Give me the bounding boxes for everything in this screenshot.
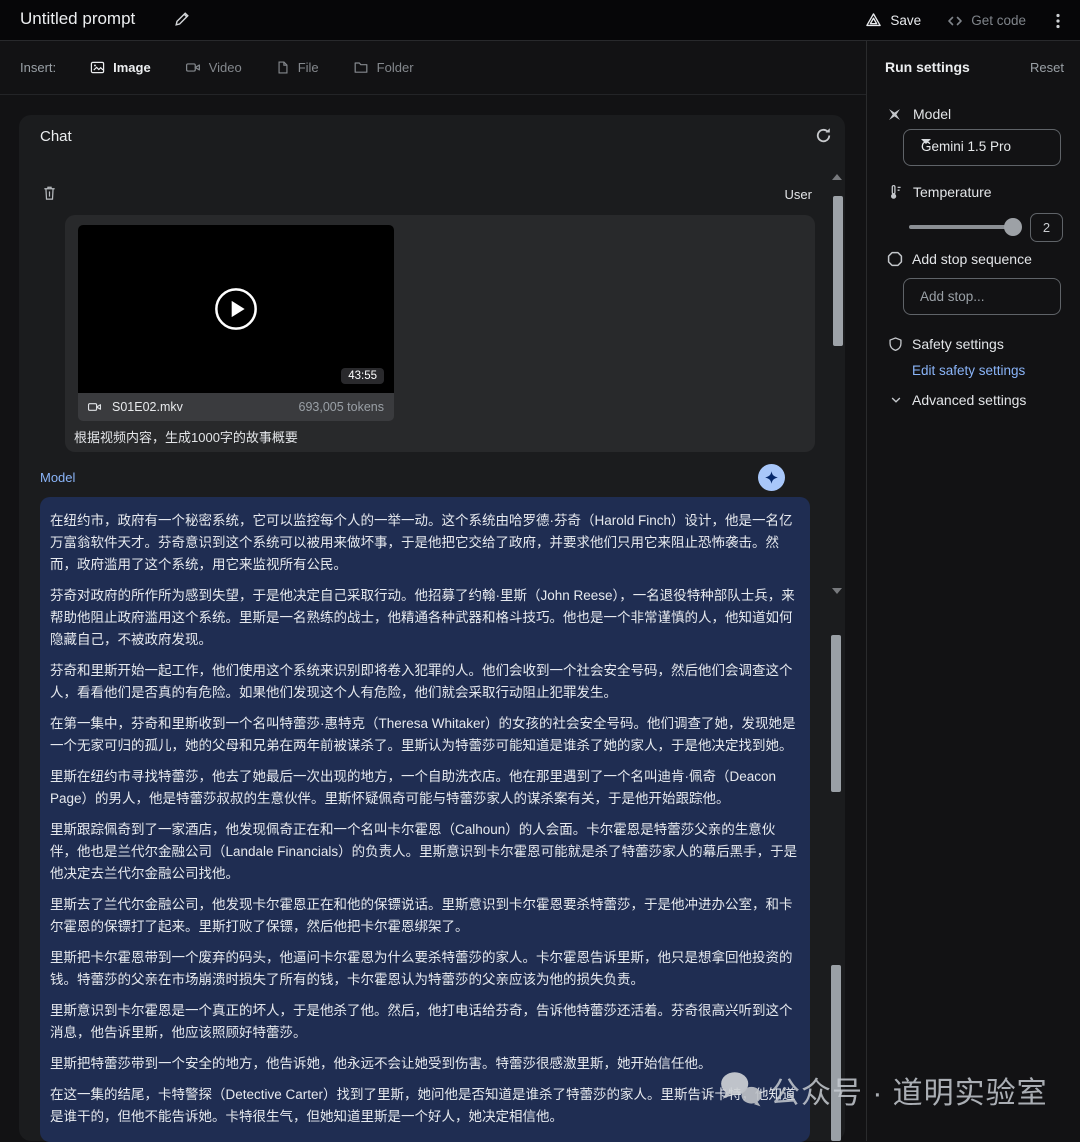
model-section-label: Model <box>913 106 951 122</box>
model-paragraph: 芬奇对政府的所作所为感到失望，于是他决定自己采取行动。他招募了约翰·里斯（Joh… <box>50 585 798 651</box>
insert-file-button[interactable]: File <box>276 60 319 75</box>
camera-icon <box>87 400 102 414</box>
video-thumbnail[interactable]: 43:55 <box>78 225 394 393</box>
model-response[interactable]: 在纽约市，政府有一个秘密系统，它可以监控每个人的一举一动。这个系统由哈罗德·芬奇… <box>40 497 810 1142</box>
edit-title-pencil-icon[interactable] <box>174 11 190 27</box>
insert-image-button[interactable]: Image <box>90 60 151 75</box>
insert-file-label: File <box>298 60 319 75</box>
model-paragraph: 在这一集的结尾，卡特警探（Detective Carter）找到了里斯，她问他是… <box>50 1084 798 1128</box>
code-icon <box>947 13 963 29</box>
scroll-up-arrow[interactable] <box>832 174 842 180</box>
stop-sequence-input[interactable] <box>903 278 1061 315</box>
temperature-value[interactable]: 2 <box>1030 213 1063 242</box>
model-paragraph: 里斯跟踪佩奇到了一家酒店，他发现佩奇正在和一个名叫卡尔霍恩（Calhoun）的人… <box>50 819 798 885</box>
watermark-text: 公众号 · 道明实验室 <box>770 1068 1048 1112</box>
advanced-settings-label[interactable]: Advanced settings <box>912 392 1026 408</box>
video-icon <box>185 60 201 75</box>
model-paragraph: 芬奇和里斯开始一起工作，他们使用这个系统来识别即将卷入犯罪的人。他们会收到一个社… <box>50 660 798 704</box>
thermometer-icon <box>887 184 903 200</box>
insert-toolbar: Insert: Image Video File Folder <box>0 41 866 95</box>
top-bar: Untitled prompt Save Get code <box>0 0 1080 41</box>
video-token-count: 693,005 tokens <box>299 400 385 414</box>
response-scrollbar-thumb[interactable] <box>831 635 841 792</box>
model-paragraph: 里斯在纽约市寻找特蕾莎，他去了她最后一次出现的地方，一个自助洗衣店。他在那里遇到… <box>50 766 798 810</box>
shield-icon <box>888 336 903 352</box>
play-icon[interactable] <box>213 286 259 332</box>
refresh-icon[interactable] <box>815 127 832 144</box>
model-dropdown[interactable]: Gemini 1.5 Pro <box>903 129 1061 166</box>
model-paragraph: 里斯把卡尔霍恩带到一个废弃的码头，他逼问卡尔霍恩为什么要杀特蕾莎的家人。卡尔霍恩… <box>50 947 798 991</box>
reset-button[interactable]: Reset <box>1030 60 1064 75</box>
topbar-actions: Save Get code <box>865 0 1064 41</box>
insert-image-label: Image <box>113 60 151 75</box>
model-paragraph: 里斯把特蕾莎带到一个安全的地方，他告诉她，他永远不会让她受到伤害。特蕾莎很感激里… <box>50 1053 798 1075</box>
edit-safety-settings-link[interactable]: Edit safety settings <box>912 363 1025 378</box>
temperature-label: Temperature <box>913 184 992 200</box>
safety-settings-label: Safety settings <box>912 336 1004 352</box>
image-icon <box>90 60 105 75</box>
stop-octagon-icon <box>887 251 903 267</box>
model-paragraph: 里斯意识到卡尔霍恩是一个真正的坏人，于是他杀了他。然后，他打电话给芬奇，告诉他特… <box>50 1000 798 1044</box>
model-paragraph: 里斯去了兰代尔金融公司，他发现卡尔霍恩正在和他的保镖说话。里斯意识到卡尔霍恩要杀… <box>50 894 798 938</box>
get-code-label: Get code <box>971 13 1026 28</box>
user-role-label: User <box>785 187 812 202</box>
user-turn: 43:55 S01E02.mkv 693,005 tokens 根据视频内容，生… <box>65 215 815 452</box>
page-title: Untitled prompt <box>20 9 135 29</box>
file-icon <box>276 60 290 75</box>
video-file-bar: S01E02.mkv 693,005 tokens <box>78 393 394 421</box>
insert-video-button[interactable]: Video <box>185 60 242 75</box>
save-drive-icon <box>865 12 882 29</box>
model-icon <box>887 107 902 122</box>
response-scrollbar-thumb[interactable] <box>831 965 841 1141</box>
trash-icon[interactable] <box>42 185 57 201</box>
run-settings-title: Run settings <box>885 59 970 75</box>
kebab-menu-icon[interactable] <box>1052 11 1064 31</box>
advanced-chevron-icon[interactable] <box>889 393 903 407</box>
spark-icon[interactable] <box>758 464 785 491</box>
insert-video-label: Video <box>209 60 242 75</box>
video-duration-badge: 43:55 <box>341 368 384 384</box>
insert-label: Insert: <box>20 60 56 75</box>
scroll-down-arrow[interactable] <box>832 588 842 594</box>
user-prompt-text: 根据视频内容，生成1000字的故事概要 <box>74 427 298 446</box>
model-role-label: Model <box>40 470 75 485</box>
folder-icon <box>353 60 369 75</box>
watermark: 公众号 · 道明实验室 <box>718 1068 1048 1112</box>
chat-scrollbar-thumb[interactable] <box>833 196 843 346</box>
model-paragraph: 在第一集中，芬奇和里斯收到一个名叫特蕾莎·惠特克（Theresa Whitake… <box>50 713 798 757</box>
chevron-down-icon <box>921 139 931 144</box>
wechat-bubbles-icon <box>718 1069 766 1111</box>
chat-title: Chat <box>40 128 72 145</box>
stop-sequence-label: Add stop sequence <box>912 251 1032 267</box>
temperature-slider-thumb[interactable] <box>1004 218 1022 236</box>
save-button[interactable]: Save <box>865 12 921 29</box>
get-code-button[interactable]: Get code <box>947 13 1026 29</box>
insert-folder-label: Folder <box>377 60 414 75</box>
insert-folder-button[interactable]: Folder <box>353 60 414 75</box>
chat-panel: Chat User 43:55 S01E02.mkv 693,005 token… <box>19 115 845 1141</box>
video-filename: S01E02.mkv <box>112 400 183 414</box>
model-paragraph: 在纽约市，政府有一个秘密系统，它可以监控每个人的一举一动。这个系统由哈罗德·芬奇… <box>50 510 798 576</box>
model-dropdown-value: Gemini 1.5 Pro <box>921 139 1011 154</box>
run-settings-panel: Run settings Reset Model Gemini 1.5 Pro … <box>866 41 1080 1141</box>
save-label: Save <box>890 13 921 28</box>
